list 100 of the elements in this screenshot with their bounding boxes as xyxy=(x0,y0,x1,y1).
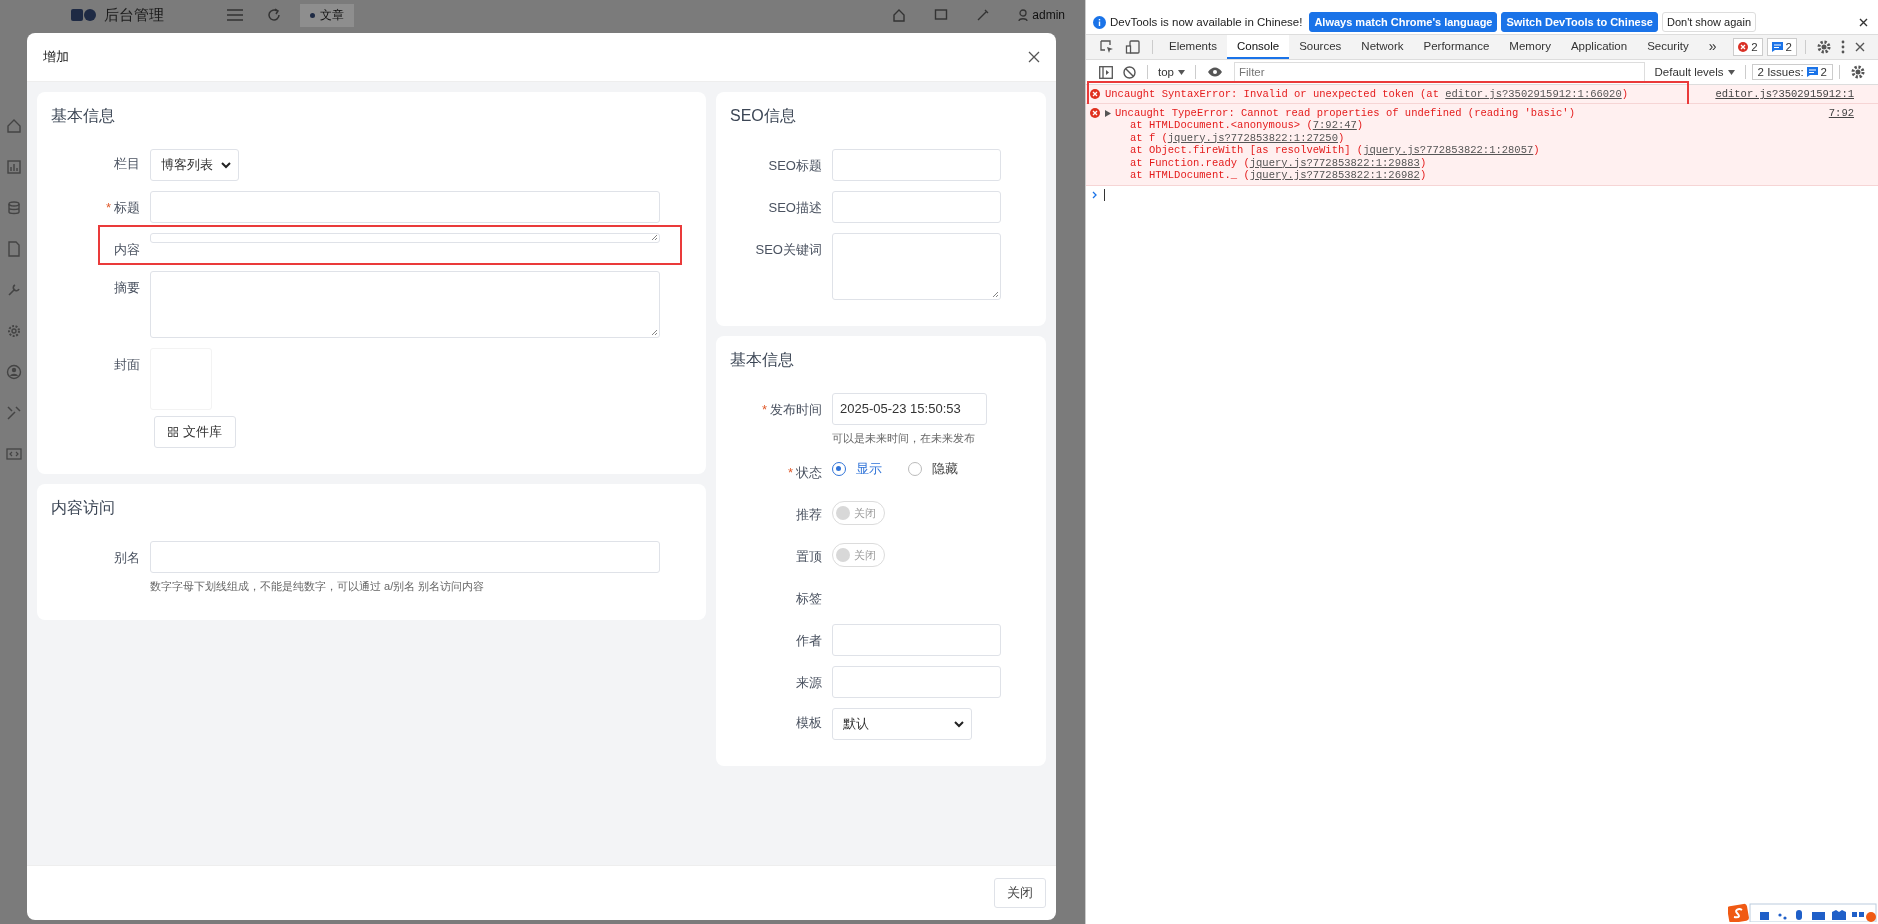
message-icon xyxy=(1806,67,1818,77)
infobar-button[interactable]: Always match Chrome's language xyxy=(1309,12,1498,32)
source-link[interactable]: jquery.js?772853822:1:29883 xyxy=(1249,156,1420,169)
field-label: 摘要 xyxy=(113,279,140,297)
code-icon[interactable] xyxy=(6,446,22,462)
more-options-icon[interactable] xyxy=(1841,40,1845,54)
devtools-tab[interactable]: Security xyxy=(1637,35,1699,59)
screen-icon[interactable] xyxy=(934,8,949,22)
issues-button[interactable]: 2 Issues: 2 xyxy=(1751,64,1833,80)
source-link[interactable]: jquery.js?772853822:1:27250 xyxy=(1167,131,1338,144)
close-icon[interactable] xyxy=(1855,42,1865,52)
select-field[interactable]: 博客列表 xyxy=(150,149,239,181)
devtools-tab[interactable]: Console xyxy=(1226,35,1290,59)
caret-icon xyxy=(1178,69,1185,75)
app-title: 后台管理 xyxy=(104,5,164,25)
stack-trace-line: at Object.fireWith [as resolveWith] (jquery.js?772853822:1:28057) xyxy=(1129,144,1541,157)
info-message: DevTools is now available in Chinese! xyxy=(1110,16,1303,28)
field-label: * 标题 xyxy=(104,199,140,217)
input-field[interactable] xyxy=(832,666,1001,698)
section-title: SEO信息 xyxy=(730,106,797,126)
field-label: 栏目 xyxy=(113,155,140,173)
device-toolbar-icon[interactable] xyxy=(1125,39,1141,55)
file-library-button[interactable]: 文件库 xyxy=(154,416,236,448)
tools-icon[interactable] xyxy=(6,405,22,421)
textarea-field[interactable] xyxy=(832,233,1001,300)
stack-trace-line: at f (jquery.js?772853822:1:27250) xyxy=(1129,131,1346,144)
settings-icon[interactable] xyxy=(1851,65,1865,79)
infobar-button[interactable]: Switch DevTools to Chinese xyxy=(1501,12,1658,32)
chart-icon[interactable] xyxy=(6,159,22,175)
field-label: SEO关键词 xyxy=(754,241,822,259)
context-selector[interactable]: top xyxy=(1154,66,1189,78)
sidebar-toggle-icon[interactable] xyxy=(1099,65,1113,79)
filter-field[interactable]: Filter xyxy=(1234,62,1645,82)
error-count-badge[interactable]: 2 xyxy=(1733,38,1763,56)
home-icon[interactable] xyxy=(892,8,907,22)
source-link[interactable]: jquery.js?772853822:1:26982 xyxy=(1249,169,1420,181)
devtools-tab[interactable]: Application xyxy=(1560,35,1638,59)
inspect-icon[interactable] xyxy=(1099,39,1115,55)
field-label: SEO描述 xyxy=(767,199,822,217)
input-field[interactable] xyxy=(832,191,1001,223)
source-link[interactable]: 7:92:47 xyxy=(1312,119,1357,131)
section-title: 内容访问 xyxy=(51,498,116,518)
source-link[interactable]: editor.js?3502915912:1:66020 xyxy=(1445,88,1622,100)
message-icon xyxy=(1771,42,1783,52)
devtools-tab[interactable]: Elements xyxy=(1159,35,1227,59)
error-icon xyxy=(1090,108,1100,118)
user-icon xyxy=(1018,9,1029,21)
wrench-icon[interactable] xyxy=(6,282,22,298)
input-field[interactable] xyxy=(832,624,1001,656)
log-levels-selector[interactable]: Default levels xyxy=(1650,66,1739,78)
refresh-icon[interactable] xyxy=(266,7,282,23)
input-field[interactable] xyxy=(832,149,1001,181)
settings-icon[interactable] xyxy=(1817,40,1831,54)
close-button[interactable]: 关闭 xyxy=(994,878,1046,908)
radio-option[interactable]: 显示 xyxy=(832,460,882,478)
textarea-field[interactable] xyxy=(150,271,660,338)
tools-icon[interactable] xyxy=(976,8,991,22)
error-icon xyxy=(1090,89,1100,99)
user-icon[interactable] xyxy=(6,364,22,380)
input-field[interactable] xyxy=(150,191,660,223)
resize-handle-icon xyxy=(992,291,999,298)
textarea-field[interactable] xyxy=(150,233,660,243)
database-icon[interactable] xyxy=(6,200,22,216)
document-icon[interactable] xyxy=(6,241,22,257)
section-title: 基本信息 xyxy=(51,106,116,126)
clear-console-icon[interactable] xyxy=(1123,65,1136,79)
more-tabs-button[interactable]: » xyxy=(1698,35,1727,59)
message-count-badge[interactable]: 2 xyxy=(1766,38,1797,56)
console-message: Uncaught TypeError: Cannot read properties of undefined (reading 'basic') xyxy=(1115,107,1575,119)
close-icon[interactable] xyxy=(1028,51,1040,63)
menu-icon[interactable] xyxy=(226,8,244,22)
devtools-tab[interactable]: Performance xyxy=(1413,35,1500,59)
source-link[interactable]: jquery.js?772853822:1:28057 xyxy=(1363,144,1534,156)
expand-triangle-icon[interactable] xyxy=(1105,109,1111,117)
devtools-tab[interactable]: Sources xyxy=(1289,35,1352,59)
field-label: 来源 xyxy=(795,674,822,692)
field-label: 作者 xyxy=(795,632,822,650)
source-location-link[interactable]: editor.js?3502915912:1 xyxy=(1715,88,1854,100)
gear-icon[interactable] xyxy=(6,323,22,339)
input-field[interactable] xyxy=(150,541,660,573)
info-icon xyxy=(1093,15,1106,29)
infobar-button[interactable]: Don't show again xyxy=(1661,12,1756,32)
caret-icon xyxy=(1727,69,1735,75)
source-location-link[interactable]: 7:92 xyxy=(1828,107,1854,119)
chevron-down-icon xyxy=(954,720,964,728)
date-field[interactable]: 2025-05-23 15:50:53 xyxy=(832,393,987,425)
devtools-tab[interactable]: Network xyxy=(1351,35,1414,59)
radio-option[interactable]: 隐藏 xyxy=(908,460,958,478)
console-message: Uncaught SyntaxError: Invalid or unexpected token (at editor.js?3502915912:1:66020) xyxy=(1105,88,1628,100)
close-icon[interactable] xyxy=(1859,17,1868,27)
chevron-down-icon xyxy=(221,161,231,169)
devtools-tab[interactable]: Memory xyxy=(1499,35,1561,59)
home-icon[interactable] xyxy=(6,118,22,134)
select-field[interactable]: 默认 xyxy=(832,708,972,740)
page-tab[interactable]: 文章 xyxy=(300,3,354,27)
field-label: 内容 xyxy=(113,241,140,259)
user-menu[interactable]: admin xyxy=(1018,8,1065,22)
field-label: * 状态 xyxy=(786,464,822,482)
eye-icon[interactable] xyxy=(1207,67,1223,77)
prompt-chevron-icon xyxy=(1092,190,1098,199)
